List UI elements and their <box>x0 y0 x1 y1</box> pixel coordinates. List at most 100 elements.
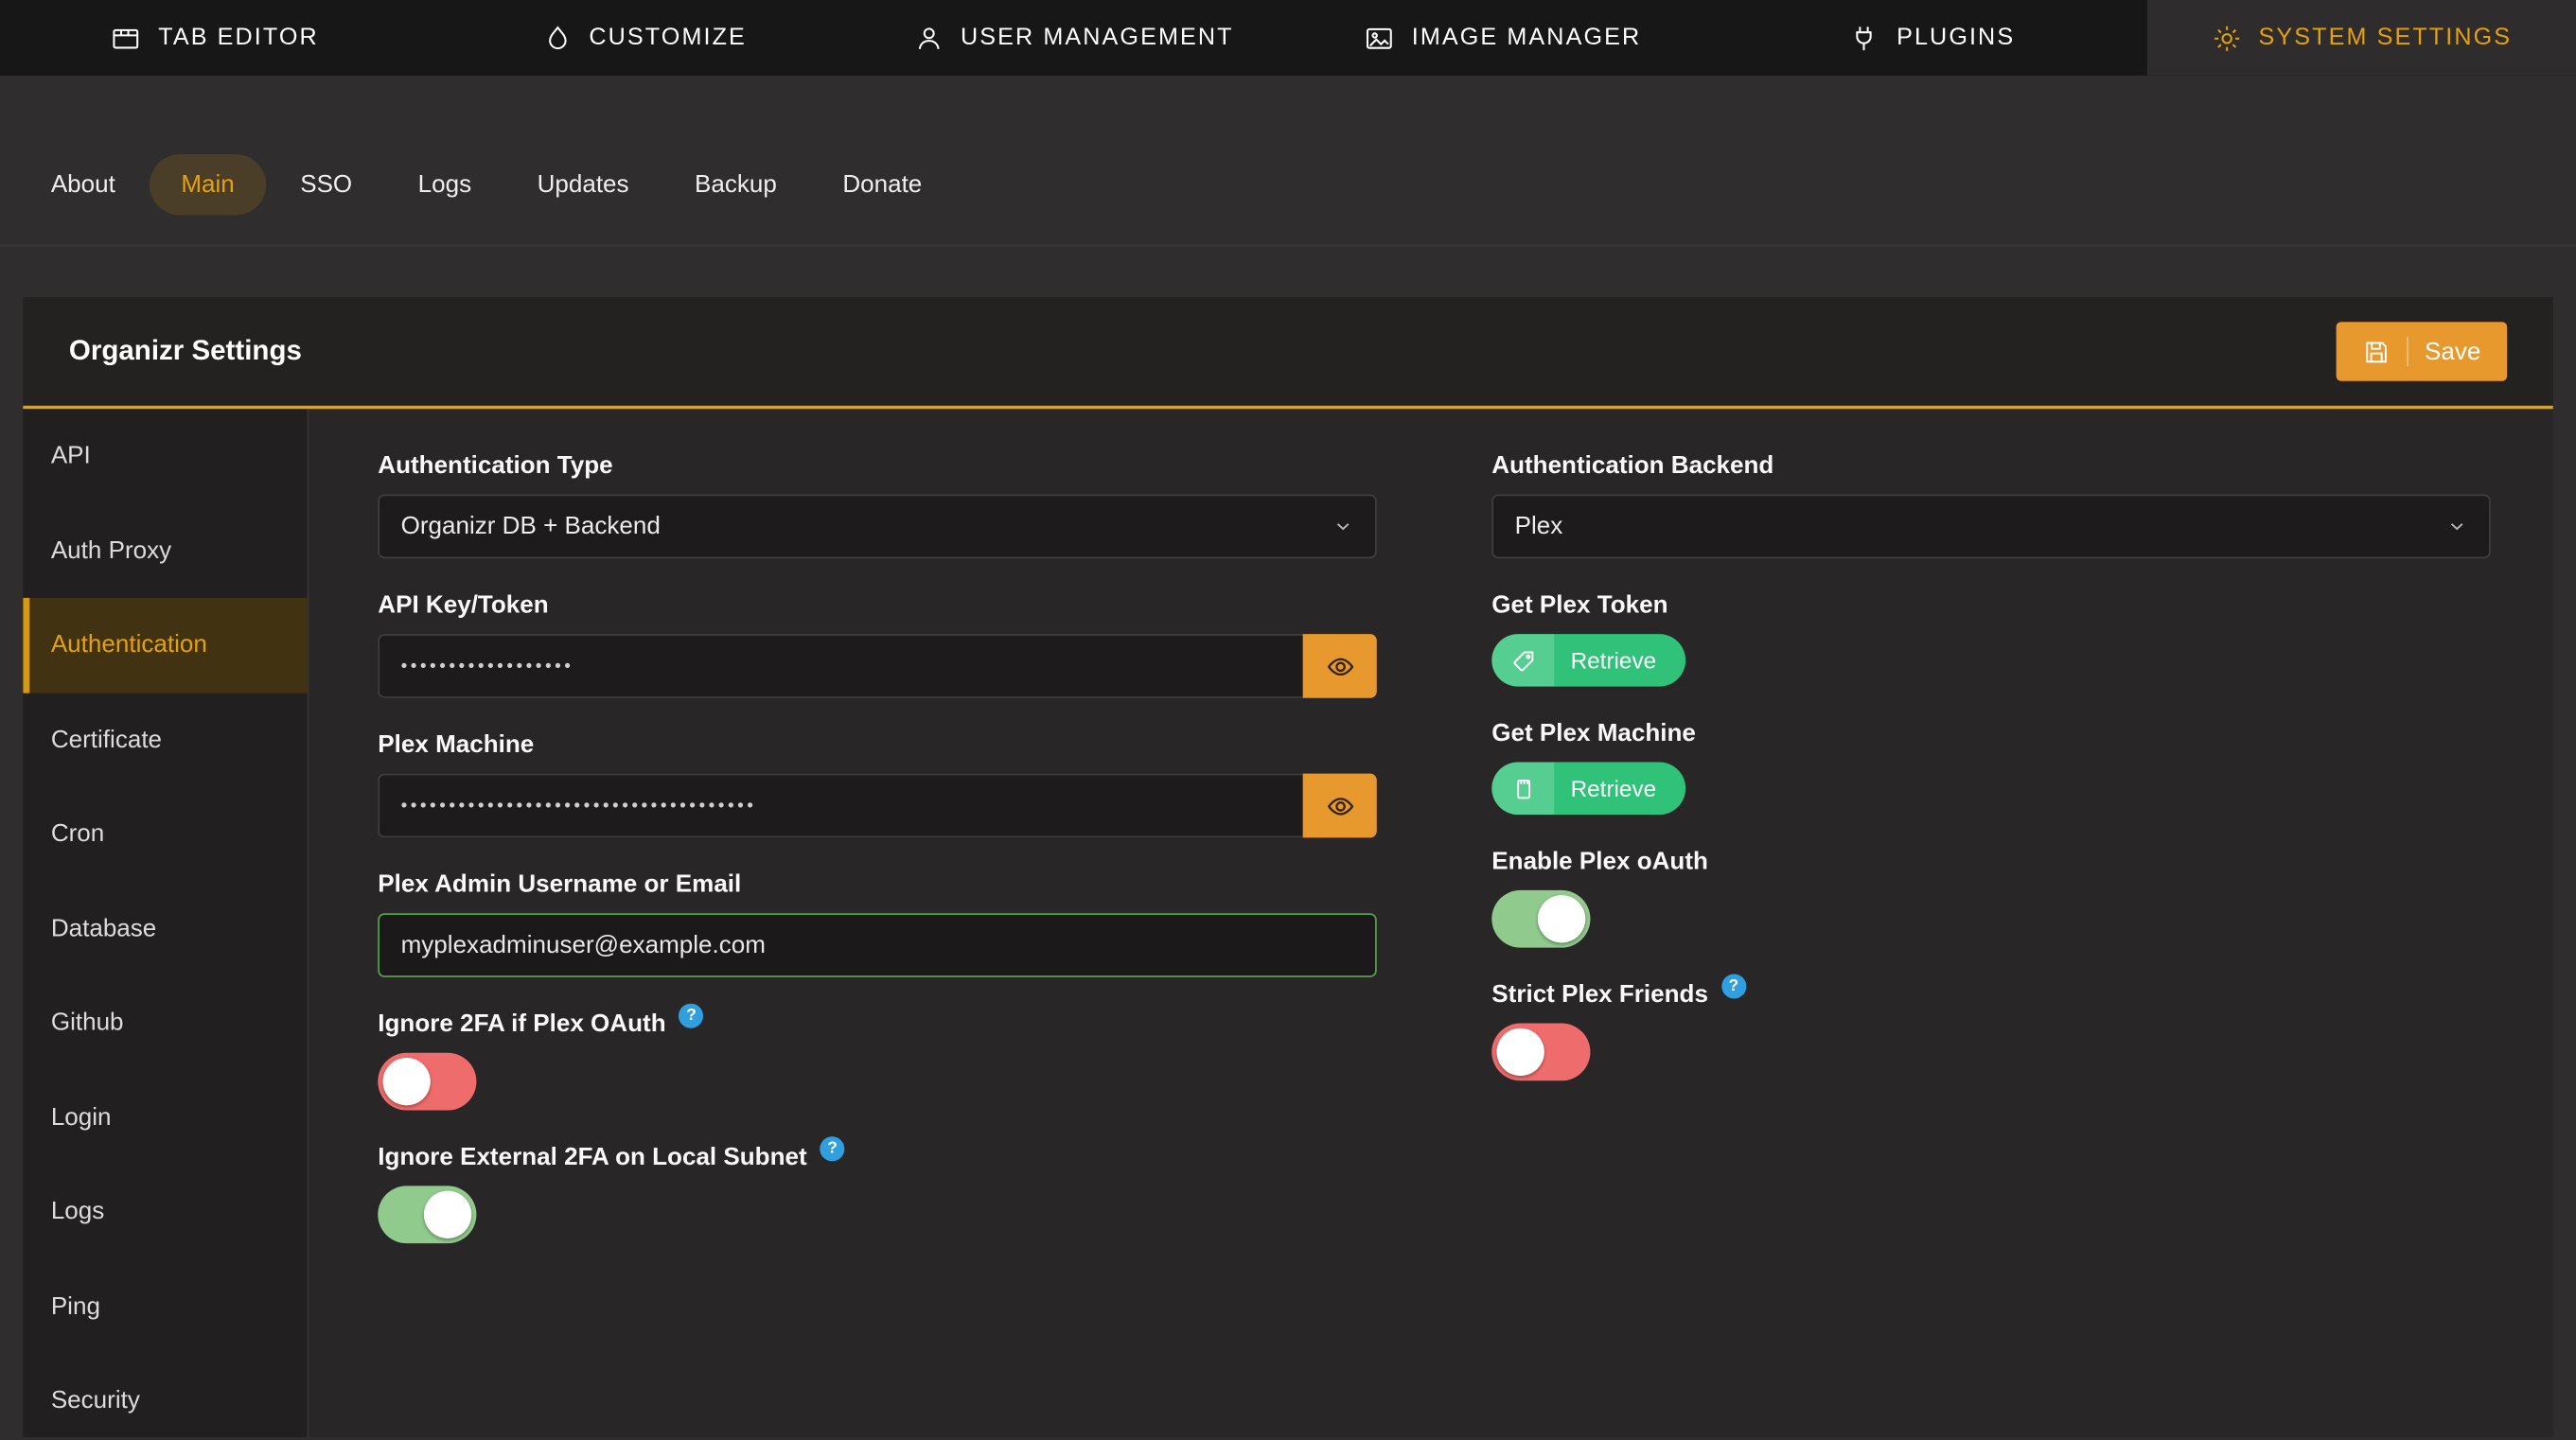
authentication-type-field: Authentication Type Organizr DB + Backen… <box>378 451 1376 558</box>
sidebar-item-authentication[interactable]: Authentication <box>23 598 307 693</box>
toggle-knob <box>1496 1028 1544 1076</box>
sidebar-item-login[interactable]: Login <box>23 1070 307 1165</box>
ignore-external-2fa-field: Ignore External 2FA on Local Subnet ? <box>378 1143 1376 1243</box>
plex-admin-field: Plex Admin Username or Email <box>378 870 1376 977</box>
chevron-down-icon <box>2446 516 2468 537</box>
customize-icon <box>541 22 573 53</box>
strict-plex-friends-toggle[interactable] <box>1491 1024 1590 1081</box>
tab-editor-icon <box>111 22 142 53</box>
plex-machine-field: Plex Machine <box>378 731 1376 838</box>
strict-plex-friends-label: Strict Plex Friends ? <box>1491 980 2490 1009</box>
nav-tab-editor[interactable]: TAB EDITOR <box>0 0 430 76</box>
nav-label: USER MANAGEMENT <box>961 25 1234 51</box>
save-button-label: Save <box>2425 338 2480 366</box>
plex-admin-email-input[interactable] <box>378 913 1376 977</box>
user-management-icon <box>913 22 944 53</box>
get-plex-token-retrieve-button[interactable]: Retrieve <box>1491 634 1685 687</box>
enable-plex-oauth-toggle[interactable] <box>1491 890 1590 948</box>
api-key-reveal-button[interactable] <box>1303 634 1377 698</box>
enable-plex-oauth-field: Enable Plex oAuth <box>1491 848 2490 948</box>
nav-label: TAB EDITOR <box>158 25 319 51</box>
save-button-divider <box>2407 337 2408 366</box>
get-plex-machine-field: Get Plex Machine Retrieve <box>1491 719 2490 815</box>
organizr-app: TAB EDITOR CUSTOMIZE USER MANAGEMENT IMA… <box>0 0 2576 1440</box>
plex-machine-input[interactable] <box>378 774 1302 838</box>
save-button[interactable]: Save <box>2336 322 2507 380</box>
api-key-field: API Key/Token <box>378 591 1376 698</box>
image-manager-icon <box>1364 22 1395 53</box>
plugins-icon <box>1849 22 1880 53</box>
get-plex-machine-retrieve-button[interactable]: Retrieve <box>1491 763 1685 816</box>
eye-icon <box>1325 651 1354 680</box>
nav-label: PLUGINS <box>1897 25 2015 51</box>
toggle-knob <box>424 1191 471 1238</box>
help-icon[interactable]: ? <box>1721 974 1746 998</box>
subnav-updates[interactable]: Updates <box>506 154 661 215</box>
retrieve-button-label: Retrieve <box>1571 775 1657 801</box>
ignore-external-2fa-label: Ignore External 2FA on Local Subnet ? <box>378 1143 1376 1171</box>
sidebar-item-cron[interactable]: Cron <box>23 787 307 882</box>
nav-user-management[interactable]: USER MANAGEMENT <box>858 0 1288 76</box>
right-column: Authentication Backend Plex Get Plex Tok… <box>1491 451 2490 1437</box>
authentication-backend-field: Authentication Backend Plex <box>1491 451 2490 558</box>
subnav-sso[interactable]: SSO <box>269 154 383 215</box>
nav-label: SYSTEM SETTINGS <box>2259 25 2513 51</box>
subnav-donate[interactable]: Donate <box>811 154 953 215</box>
nav-label: IMAGE MANAGER <box>1412 25 1641 51</box>
nav-image-manager[interactable]: IMAGE MANAGER <box>1288 0 1718 76</box>
save-icon <box>2362 338 2391 366</box>
api-key-input[interactable] <box>378 634 1302 698</box>
eye-icon <box>1325 791 1354 820</box>
authentication-settings-content: Authentication Type Organizr DB + Backen… <box>309 409 2552 1437</box>
top-navigation: TAB EDITOR CUSTOMIZE USER MANAGEMENT IMA… <box>0 0 2576 76</box>
machine-card-icon <box>1491 763 1554 816</box>
get-plex-machine-label: Get Plex Machine <box>1491 719 2490 747</box>
ignore-2fa-label: Ignore 2FA if Plex OAuth ? <box>378 1010 1376 1039</box>
sidebar-item-security[interactable]: Security <box>23 1353 307 1437</box>
settings-sidebar: API Auth Proxy Authentication Certificat… <box>23 409 309 1437</box>
nav-customize[interactable]: CUSTOMIZE <box>430 0 859 76</box>
strict-plex-friends-field: Strict Plex Friends ? <box>1491 980 2490 1080</box>
ignore-external-2fa-toggle[interactable] <box>378 1185 476 1243</box>
get-plex-token-label: Get Plex Token <box>1491 591 2490 620</box>
plex-machine-label: Plex Machine <box>378 731 1376 760</box>
nav-system-settings[interactable]: SYSTEM SETTINGS <box>2146 0 2576 76</box>
ignore-2fa-toggle[interactable] <box>378 1053 476 1111</box>
authentication-backend-select[interactable]: Plex <box>1491 495 2490 559</box>
subnav-backup[interactable]: Backup <box>663 154 808 215</box>
panel-header: Organizr Settings Save <box>23 297 2552 409</box>
toggle-knob <box>382 1058 430 1105</box>
tag-icon <box>1491 634 1554 687</box>
page-title: Organizr Settings <box>69 335 302 368</box>
help-icon[interactable]: ? <box>820 1136 845 1161</box>
sidebar-item-api[interactable]: API <box>23 409 307 503</box>
authentication-backend-label: Authentication Backend <box>1491 451 2490 480</box>
ignore-2fa-field: Ignore 2FA if Plex OAuth ? <box>378 1010 1376 1111</box>
sidebar-item-auth-proxy[interactable]: Auth Proxy <box>23 503 307 598</box>
help-icon[interactable]: ? <box>679 1004 704 1028</box>
get-plex-token-field: Get Plex Token Retrieve <box>1491 591 2490 687</box>
left-column: Authentication Type Organizr DB + Backen… <box>378 451 1376 1437</box>
retrieve-button-label: Retrieve <box>1571 647 1657 674</box>
sidebar-item-logs[interactable]: Logs <box>23 1165 307 1259</box>
chevron-down-icon <box>1332 516 1354 537</box>
subnav-about[interactable]: About <box>20 154 147 215</box>
selected-value: Plex <box>1515 513 1563 541</box>
plex-admin-label: Plex Admin Username or Email <box>378 870 1376 899</box>
system-settings-icon <box>2211 22 2242 53</box>
sidebar-item-certificate[interactable]: Certificate <box>23 693 307 787</box>
plex-machine-reveal-button[interactable] <box>1303 774 1377 838</box>
panel-body: API Auth Proxy Authentication Certificat… <box>23 409 2552 1437</box>
enable-plex-oauth-label: Enable Plex oAuth <box>1491 848 2490 876</box>
subnav-main[interactable]: Main <box>150 154 265 215</box>
authentication-type-label: Authentication Type <box>378 451 1376 480</box>
toggle-knob <box>1538 895 1585 942</box>
organizr-settings-panel: Organizr Settings Save API Auth Proxy Au… <box>23 297 2552 1437</box>
sidebar-item-ping[interactable]: Ping <box>23 1259 307 1354</box>
sidebar-item-database[interactable]: Database <box>23 881 307 975</box>
subnav-logs[interactable]: Logs <box>387 154 503 215</box>
sidebar-item-github[interactable]: Github <box>23 975 307 1070</box>
nav-label: CUSTOMIZE <box>589 25 747 51</box>
authentication-type-select[interactable]: Organizr DB + Backend <box>378 495 1376 559</box>
nav-plugins[interactable]: PLUGINS <box>1718 0 2147 76</box>
